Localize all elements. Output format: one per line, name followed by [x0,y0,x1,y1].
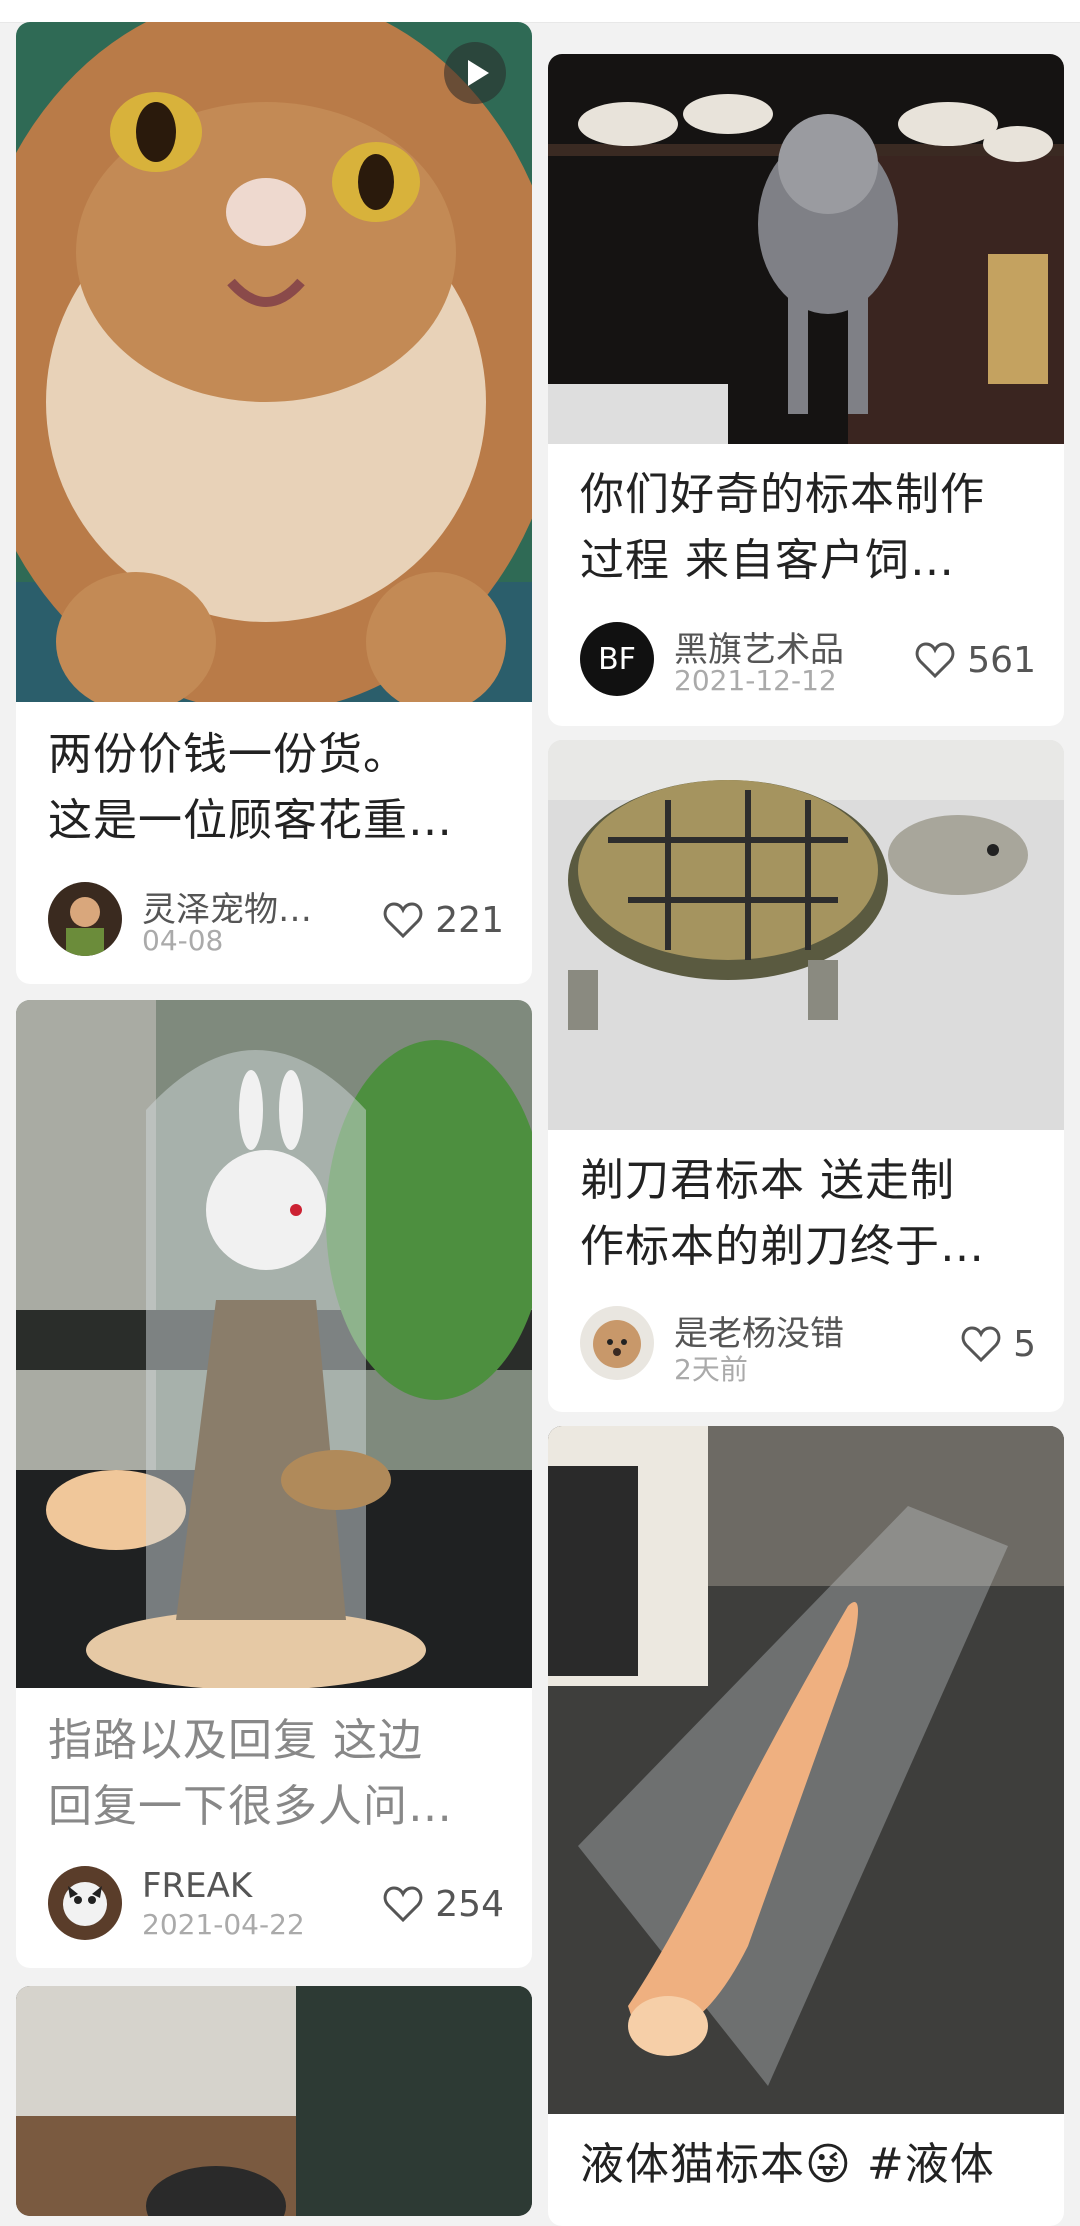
author-name[interactable]: FREAK [142,1866,252,1906]
heart-icon [383,902,423,938]
title-line: 剃刀君标本 送走制 [580,1155,955,1206]
post-image[interactable] [548,1426,1064,2114]
post-title[interactable]: 你们好奇的标本制作 过程 来自客户饲… [580,462,1036,594]
feed-card[interactable]: 液体猫标本😜 #液体 [548,1426,1064,2226]
post-image[interactable] [16,22,532,702]
play-icon[interactable] [444,42,506,104]
title-line: 这是一位顾客花重… [48,795,453,846]
post-meta: FREAK 2021-04-22 254 [48,1866,504,1942]
post-image[interactable] [16,1000,532,1688]
like-count: 221 [435,899,504,941]
avatar[interactable] [48,1866,122,1940]
like-button[interactable]: 5 [961,1320,1036,1368]
like-count: 5 [1013,1323,1036,1365]
like-count: 561 [967,639,1036,681]
avatar[interactable] [580,1306,654,1380]
title-line: 你们好奇的标本制作 [580,469,985,520]
heart-icon [383,1886,423,1922]
avatar-text: BF [598,642,636,677]
title-line: 回复一下很多人问… [48,1781,453,1832]
post-image[interactable] [548,740,1064,1130]
post-date: 2021-04-22 [142,1908,305,1941]
feed-card[interactable]: 剃刀君标本 送走制 作标本的剃刀终于… 是老杨没错 2天前 5 [548,740,1064,1412]
post-date: 2021-12-12 [674,664,837,697]
heart-icon [915,642,955,678]
avatar[interactable]: BF [580,622,654,696]
feed-card[interactable]: 指路以及回复 这边 回复一下很多人问… FREAK 2021-04-22 254 [16,1000,532,1968]
feed-card[interactable]: 两份价钱一份货。 这是一位顾客花重… 灵泽宠物… 04-08 221 [16,22,532,984]
feed-card[interactable] [16,1986,532,2216]
like-button[interactable]: 254 [383,1880,504,1928]
title-line: 作标本的剃刀终于… [580,1221,985,1272]
post-title[interactable]: 指路以及回复 这边 回复一下很多人问… [48,1708,504,1840]
title-line: 两份价钱一份货。 [48,729,408,780]
post-date: 2天前 [674,1353,748,1386]
post-meta: BF 黑旗艺术品 2021-12-12 561 [580,622,1036,698]
post-meta: 是老杨没错 2天前 5 [580,1306,1036,1386]
post-image[interactable] [548,54,1064,444]
top-bar [0,0,1080,23]
post-date: 04-08 [142,924,224,957]
avatar[interactable] [48,882,122,956]
post-title[interactable]: 两份价钱一份货。 这是一位顾客花重… [48,722,504,854]
feed-card[interactable]: 你们好奇的标本制作 过程 来自客户饲… BF 黑旗艺术品 2021-12-12 … [548,54,1064,726]
post-title[interactable]: 液体猫标本😜 #液体 [580,2132,1036,2198]
heart-icon [961,1326,1001,1362]
title-line: 液体猫标本😜 #液体 [580,2139,995,2190]
post-title[interactable]: 剃刀君标本 送走制 作标本的剃刀终于… [580,1148,1036,1280]
like-count: 254 [435,1883,504,1925]
like-button[interactable]: 561 [915,636,1036,684]
post-meta: 灵泽宠物… 04-08 221 [48,882,504,958]
post-image[interactable] [16,1986,532,2216]
title-line: 过程 来自客户饲… [580,535,955,586]
like-button[interactable]: 221 [383,896,504,944]
title-line: 指路以及回复 这边 [48,1715,423,1766]
